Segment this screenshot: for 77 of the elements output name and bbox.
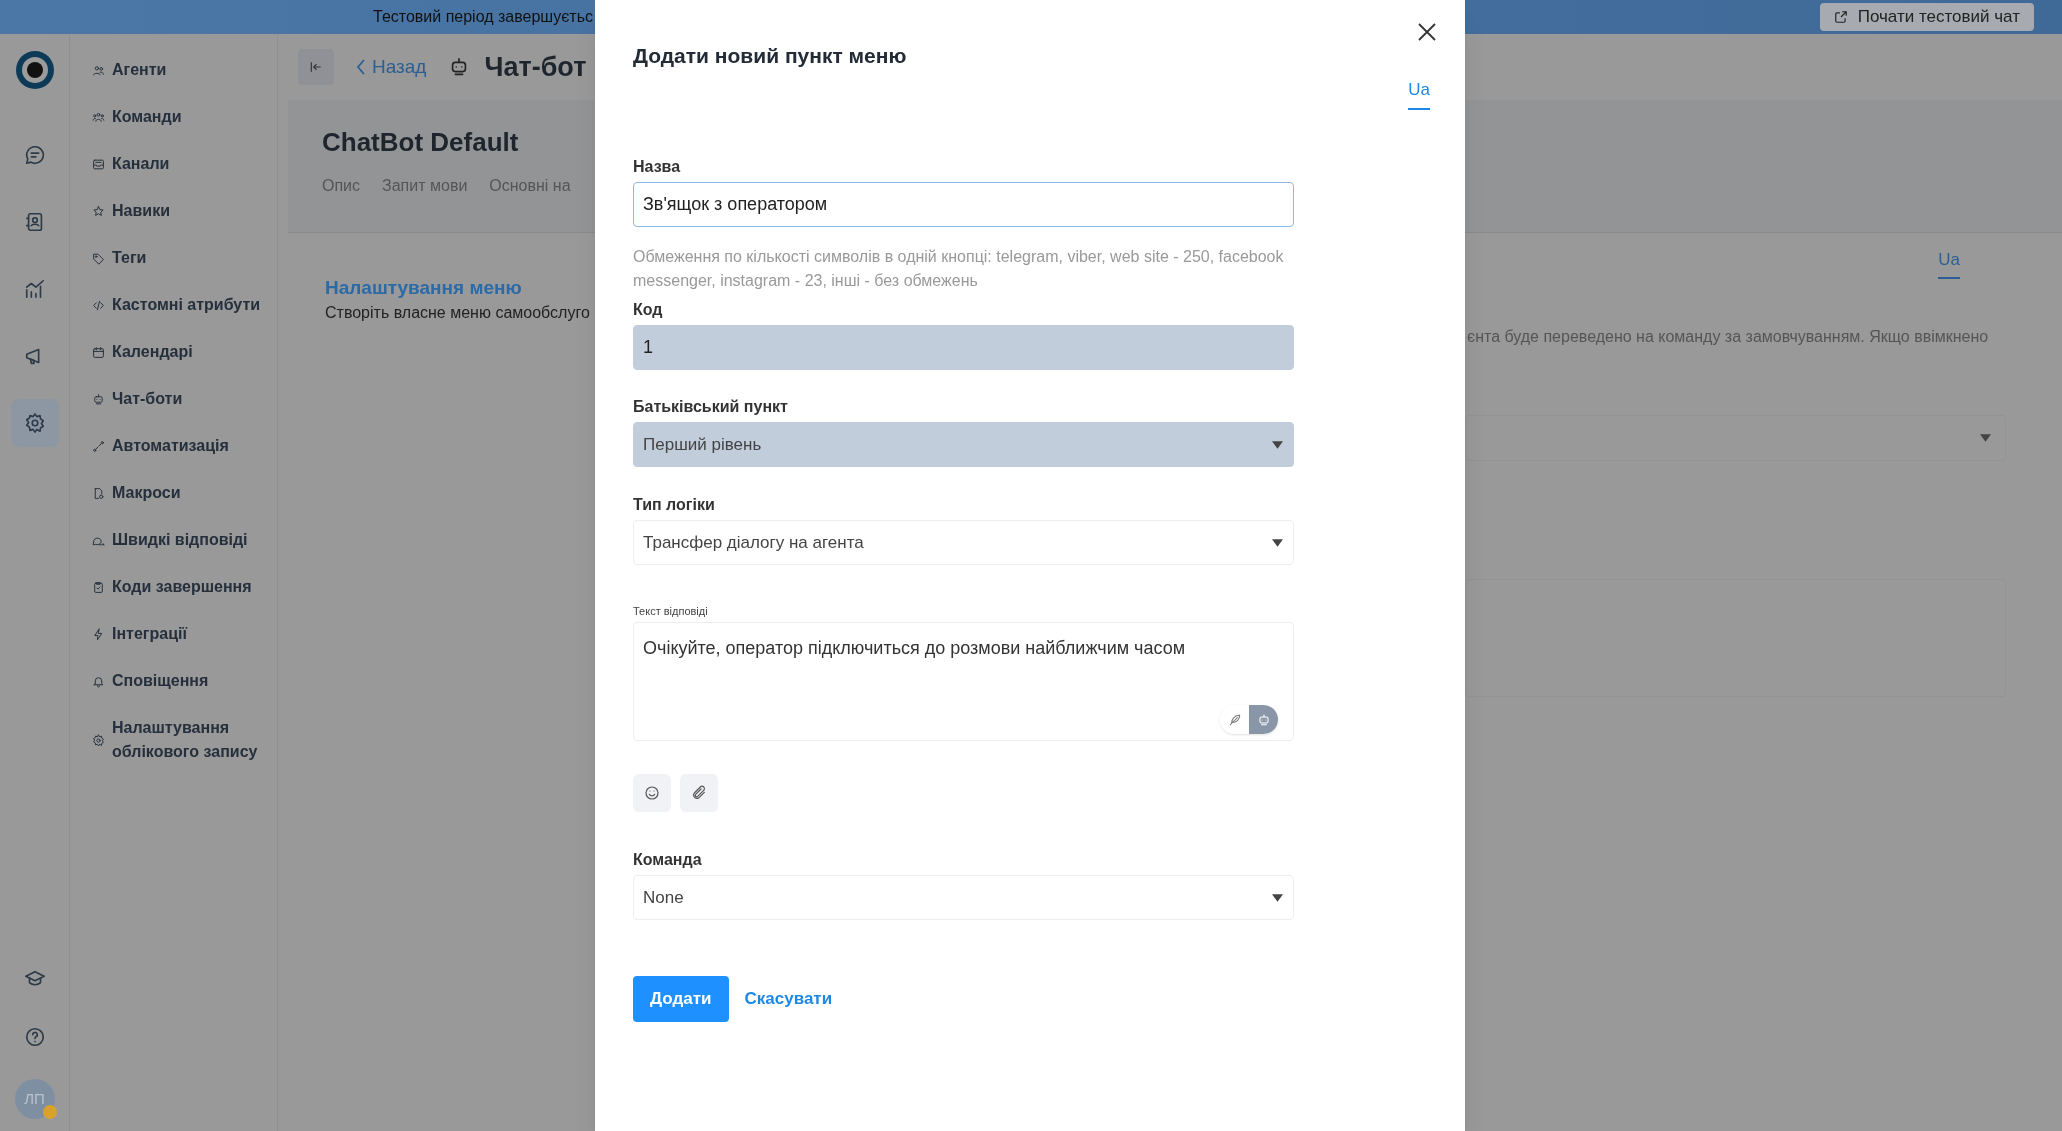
close-icon — [1417, 22, 1437, 42]
robot-icon — [92, 392, 105, 406]
calendar-icon — [92, 345, 105, 359]
mode-toggle-button[interactable] — [1249, 705, 1278, 734]
caret-down-icon — [1272, 440, 1283, 449]
bot-tab[interactable]: Опис — [322, 174, 361, 204]
field-label: Команда — [633, 850, 703, 870]
clipboard-check-icon — [92, 580, 105, 594]
cancel-button[interactable]: Скасувати — [744, 986, 833, 1012]
toolbar-button[interactable] — [680, 774, 718, 812]
robot-icon — [1256, 712, 1271, 727]
language-tab[interactable]: Ua — [1408, 76, 1430, 110]
settings-nav-item[interactable]: Макроси — [92, 481, 277, 505]
settings-nav-item[interactable]: Коди завершення — [92, 575, 277, 599]
field-label: Тип логіки — [633, 495, 716, 515]
bot-tab[interactable]: Основні на — [489, 174, 571, 204]
bot-name: ChatBot Default — [322, 126, 519, 159]
settings-nav-item[interactable]: Інтеграції — [92, 622, 277, 646]
settings-nav-item[interactable]: Теги — [92, 246, 277, 270]
mode-toggle-button[interactable] — [1220, 705, 1249, 734]
people-group-icon — [92, 110, 105, 124]
start-test-chat-button[interactable]: Почати тестовий чат — [1819, 3, 2034, 31]
feather-icon — [1227, 712, 1242, 727]
select-field[interactable] — [1465, 414, 2006, 461]
gear-icon — [23, 412, 46, 434]
bot-tab[interactable]: Запит мови — [382, 174, 468, 204]
description-text: єнта буде переведено на команду за замовчуванням. Якщо ввімкнено — [1467, 326, 1990, 347]
settings-nav-item[interactable]: Навики — [92, 199, 277, 223]
file-gear-icon — [92, 486, 105, 500]
page-title: Чат-бот — [484, 50, 587, 84]
field-label: Код — [633, 300, 664, 320]
field-label: Батьківський пункт — [633, 397, 789, 417]
select-dropdown[interactable]: None — [633, 875, 1294, 920]
lightning-icon — [92, 627, 105, 641]
connected-path-icon — [92, 439, 105, 453]
settings-nav-item[interactable]: Чат-боти — [92, 387, 277, 411]
settings-nav-item[interactable]: Сповіщення — [92, 669, 277, 693]
settings-nav-item[interactable]: Команди — [92, 105, 277, 129]
code-icon — [92, 298, 105, 312]
paperclip-icon — [691, 785, 707, 801]
section-title: Налаштування меню — [325, 276, 523, 300]
settings-nav-item[interactable]: Кастомні атрибути — [92, 293, 277, 317]
response-text-area[interactable]: Очікуйте, оператор підключиться до розмови найближчим часом — [633, 622, 1294, 741]
caret-down-icon — [1272, 893, 1283, 902]
logo-icon[interactable] — [14, 50, 55, 90]
settings-nav-item[interactable]: Автоматизація — [92, 434, 277, 458]
caret-down-icon — [1272, 538, 1283, 547]
smiley-icon — [644, 785, 660, 801]
field-label: Текст відповіді — [633, 604, 709, 618]
section-description: Створіть власне меню самообслуго — [325, 303, 591, 323]
star-icon — [92, 204, 105, 218]
users-icon — [92, 63, 105, 77]
inbox-icon — [92, 157, 105, 171]
settings-nav-item[interactable]: Агенти — [92, 58, 277, 82]
collapse-arrow-icon — [309, 60, 323, 74]
settings-nav-item[interactable]: Календарі — [92, 340, 277, 364]
chevron-left-icon — [356, 59, 366, 75]
settings-nav-item[interactable]: Налаштування облікового запису — [92, 716, 277, 764]
caret-down-icon — [1980, 433, 1991, 442]
field-label: Назва — [633, 157, 682, 177]
rail-nav-button[interactable] — [10, 399, 59, 447]
line-chart-icon — [23, 278, 46, 300]
select-dropdown[interactable]: Трансфер діалогу на агента — [633, 520, 1294, 565]
text-input[interactable]: Зв'ящок з оператором — [633, 182, 1294, 227]
toolbar-button[interactable] — [633, 774, 671, 812]
field-hint: Обмеження по кількості символів в одній кнопці: telegram, viber, web site - 250, facebook messenger, instagram - 23, інші - без обмежень — [633, 247, 1285, 291]
bell-icon — [92, 674, 105, 688]
external-link-icon — [1833, 10, 1848, 24]
modal-title: Додати новий пункт меню — [633, 43, 907, 69]
settings-nav-item[interactable]: Канали — [92, 152, 277, 176]
banner-message: Тестовий період завершуєтьс — [373, 7, 593, 27]
chat-bubble-icon — [23, 144, 46, 166]
tag-icon — [92, 251, 105, 265]
settings-nav-item[interactable]: Швидкі відповіді — [92, 528, 277, 552]
help-icon — [23, 1026, 46, 1048]
submit-button[interactable]: Додати — [633, 976, 729, 1022]
gear-icon — [92, 733, 105, 747]
